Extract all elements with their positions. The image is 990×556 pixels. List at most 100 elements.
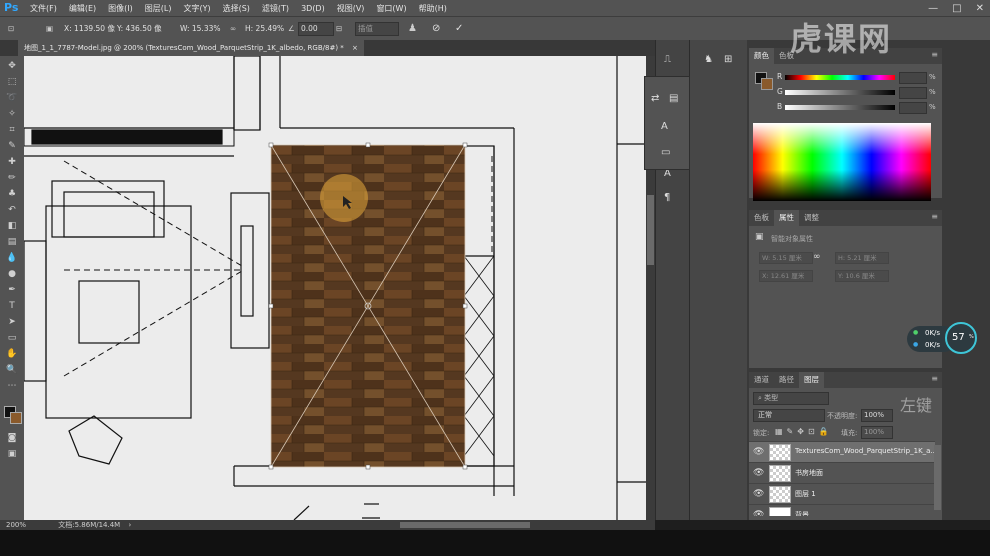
clone-source-icon[interactable]: ⊞ [724, 54, 732, 65]
skew-icon[interactable]: ⊟ [336, 22, 342, 35]
lasso-tool-icon[interactable]: ➰ [5, 92, 19, 104]
menu-edit[interactable]: 编辑(E) [69, 3, 96, 14]
fill-field[interactable]: 100% [861, 426, 893, 439]
status-arrow-icon[interactable]: › [128, 521, 131, 529]
tab-swatches-2[interactable]: 色板 [749, 210, 774, 226]
path-select-tool-icon[interactable]: ➤ [5, 316, 19, 328]
r-value-box[interactable] [899, 72, 927, 84]
crop-tool-icon[interactable]: ⌗ [5, 124, 19, 136]
width-field[interactable]: W: 15.33% [180, 22, 221, 35]
menu-3d[interactable]: 3D(D) [301, 4, 325, 13]
notes-panel-icon[interactable]: ▭ [661, 147, 670, 158]
menu-help[interactable]: 帮助(H) [419, 3, 447, 14]
zoom-level[interactable]: 200% [6, 521, 26, 529]
more-tools-icon[interactable]: ⋯ [5, 380, 19, 392]
b-slider[interactable] [785, 105, 895, 110]
layers-scroll-thumb[interactable] [934, 445, 941, 510]
gradient-tool-icon[interactable]: ▤ [5, 236, 19, 248]
menu-window[interactable]: 窗口(W) [376, 3, 406, 14]
prop-height-field[interactable]: H: 5.21 厘米 [835, 252, 889, 264]
move-tool-icon[interactable]: ✥ [5, 60, 19, 72]
stamp-tool-icon[interactable]: ♣ [5, 188, 19, 200]
layer-row[interactable]: 👁 书房地面 [749, 462, 935, 483]
screen-mode-icon[interactable]: ▣ [5, 448, 19, 460]
commit-transform-button[interactable]: ✓ [455, 22, 463, 35]
layer-row[interactable]: 👁 图层 1 [749, 483, 935, 504]
type-tool-icon[interactable]: T [5, 300, 19, 312]
prop-y-field[interactable]: Y: 10.6 厘米 [835, 270, 889, 282]
canvas[interactable] [24, 56, 646, 520]
menu-file[interactable]: 文件(F) [30, 3, 57, 14]
zoom-tool-icon[interactable]: 🔍 [5, 364, 19, 376]
quick-mask-icon[interactable]: ◙ [5, 432, 19, 444]
panel-menu-icon[interactable]: ≡ [931, 374, 938, 383]
x-field[interactable]: X: 1139.50 像 [64, 22, 115, 35]
bg-color-chip[interactable] [761, 78, 773, 90]
close-icon[interactable]: ✕ [976, 3, 984, 14]
pen-tool-icon[interactable]: ✒ [5, 284, 19, 296]
tab-adjustments[interactable]: 调整 [799, 210, 824, 226]
brush-presets-icon[interactable]: ♞ [704, 54, 713, 65]
visibility-eye-icon[interactable]: 👁 [753, 468, 764, 478]
healing-tool-icon[interactable]: ✚ [5, 156, 19, 168]
tab-layers[interactable]: 图层 [799, 372, 824, 388]
history-panel-icon[interactable]: ⎍ [664, 54, 671, 65]
hand-tool-icon[interactable]: ✋ [5, 348, 19, 360]
vertical-scroll-thumb[interactable] [647, 195, 654, 265]
g-slider[interactable] [785, 90, 895, 95]
tab-paths[interactable]: 路径 [774, 372, 799, 388]
eraser-tool-icon[interactable]: ◧ [5, 220, 19, 232]
horizontal-scroll-thumb[interactable] [400, 522, 530, 528]
marquee-tool-icon[interactable]: ⬚ [5, 76, 19, 88]
menu-select[interactable]: 选择(S) [223, 3, 250, 14]
b-value-box[interactable] [899, 102, 927, 114]
menu-layer[interactable]: 图层(L) [145, 3, 172, 14]
link-icon[interactable]: ∞ [230, 22, 236, 35]
color-spectrum[interactable] [753, 123, 931, 201]
menu-view[interactable]: 视图(V) [337, 3, 365, 14]
document-tab[interactable]: 地图_1_1_7787-Model.jpg @ 200% (TexturesCo… [18, 40, 364, 56]
maximize-icon[interactable]: □ [952, 3, 961, 14]
adjust-icon[interactable]: ⇄ [651, 93, 659, 104]
warp-icon[interactable]: ♟ [408, 22, 417, 35]
visibility-eye-icon[interactable]: 👁 [753, 447, 764, 457]
interpolation-select[interactable]: 插值 [355, 22, 399, 36]
prop-x-field[interactable]: X: 12.61 厘米 [759, 270, 813, 282]
prop-width-field[interactable]: W: 5.15 厘米 [759, 252, 813, 264]
tab-channels[interactable]: 通道 [749, 372, 774, 388]
tab-properties[interactable]: 属性 [774, 210, 799, 226]
visibility-eye-icon[interactable]: 👁 [753, 489, 764, 499]
menu-type[interactable]: 文字(Y) [183, 3, 210, 14]
brush-tool-icon[interactable]: ✏ [5, 172, 19, 184]
eyedropper-tool-icon[interactable]: ✎ [5, 140, 19, 152]
height-field[interactable]: H: 25.49% [245, 22, 284, 35]
menu-filter[interactable]: 滤镜(T) [262, 3, 289, 14]
layer-filter-select[interactable]: ⌕ 类型 [753, 392, 829, 405]
history-brush-icon[interactable]: ↶ [5, 204, 19, 216]
close-tab-icon[interactable]: × [352, 44, 358, 52]
reference-point-icon[interactable]: ▣ [46, 22, 53, 35]
panel-menu-icon[interactable]: ≡ [931, 212, 938, 221]
cancel-transform-button[interactable]: ⊘ [432, 22, 440, 35]
dodge-tool-icon[interactable]: ● [5, 268, 19, 280]
transform-tool-icon[interactable]: ⊡ [8, 22, 14, 35]
type-panel-icon[interactable]: A [661, 121, 668, 132]
shape-tool-icon[interactable]: ▭ [5, 332, 19, 344]
blend-mode-select[interactable]: 正常 [753, 409, 825, 422]
layer-comp-icon[interactable]: ▤ [669, 93, 678, 104]
blur-tool-icon[interactable]: 💧 [5, 252, 19, 264]
menu-image[interactable]: 图像(I) [108, 3, 133, 14]
link-dimensions-icon[interactable]: ∞ [813, 252, 821, 262]
g-value-box[interactable] [899, 87, 927, 99]
opacity-field[interactable]: 100% [861, 409, 893, 422]
magic-wand-tool-icon[interactable]: ✧ [5, 108, 19, 120]
r-slider[interactable] [785, 75, 895, 80]
angle-field[interactable]: 0.00 [298, 22, 334, 36]
paragraph-panel-icon[interactable]: ¶ [664, 192, 670, 203]
minimize-icon[interactable]: — [928, 3, 938, 14]
y-field[interactable]: Y: 436.50 像 [117, 22, 162, 35]
layer-row[interactable]: 👁 TexturesCom_Wood_ParquetStrip_1K_a... [749, 441, 937, 462]
background-color-swatch[interactable] [10, 412, 22, 424]
lock-icons[interactable]: ▦✎✥⊡🔒 [775, 427, 833, 436]
tab-color[interactable]: 颜色 [749, 48, 774, 64]
